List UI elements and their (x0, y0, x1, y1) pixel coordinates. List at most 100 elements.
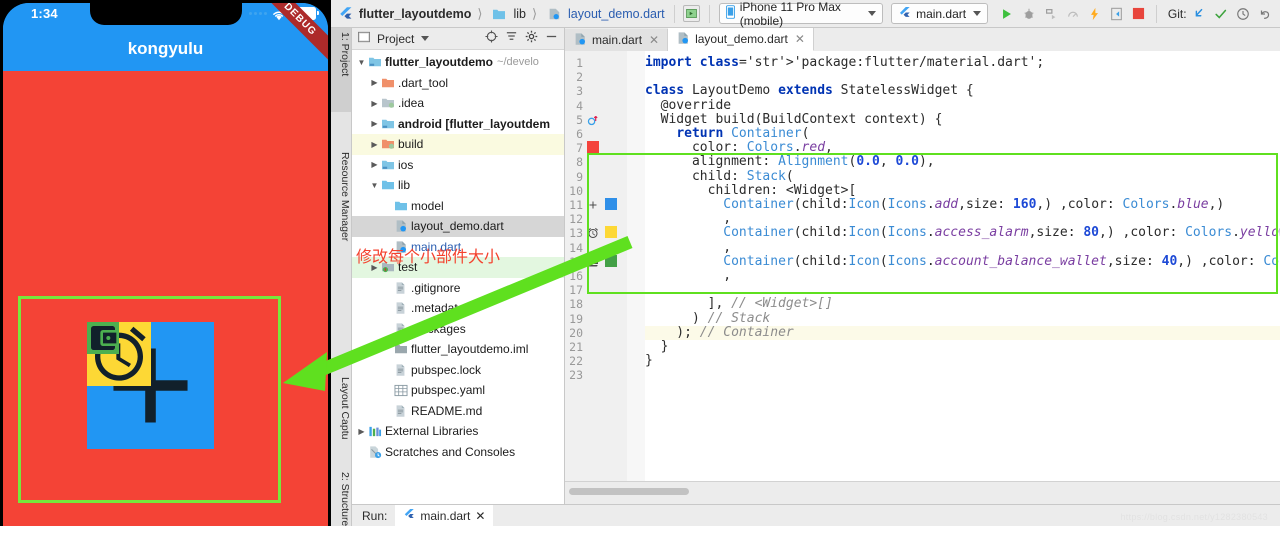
editor-area: main.dart ✕ layout_demo.dart ✕ 1 2 3 4 5 6 7 8 9 10 1… (565, 28, 1280, 504)
git-history-icon[interactable] (1234, 4, 1252, 24)
editor-horizontal-scrollbar-area (565, 481, 1280, 504)
chevron-right-icon[interactable]: ▶ (369, 99, 380, 108)
run-config-name: main.dart (916, 6, 967, 21)
close-icon[interactable]: ✕ (649, 33, 659, 47)
color-swatch-red[interactable] (587, 141, 599, 154)
app-root: kongyulu 1:34 DEBUG flutter_layoutdemo ⟩… (0, 0, 1280, 526)
code-line: @override (645, 97, 732, 113)
phone-notch (89, 3, 242, 25)
profile-icon[interactable] (1064, 4, 1082, 24)
run-icon[interactable] (998, 4, 1016, 24)
tree-row[interactable]: .packages (352, 319, 564, 340)
tree-row[interactable]: ▶ External Libraries (352, 421, 564, 442)
tree-row-label: layout_demo.dart (411, 219, 504, 234)
run-coverage-icon[interactable] (1042, 4, 1060, 24)
breadcrumb-project[interactable]: flutter_layoutdemo (359, 7, 472, 21)
settings-gear-icon[interactable] (525, 30, 538, 48)
tree-row-label: lib (398, 178, 411, 193)
tree-row[interactable]: ▼ lib (352, 175, 564, 196)
editor-tabs: main.dart ✕ layout_demo.dart ✕ (565, 28, 1280, 52)
undo-icon[interactable] (1256, 4, 1274, 24)
breadcrumb[interactable]: flutter_layoutdemo ⟩ lib ⟩ layout_demo.d… (359, 4, 665, 24)
minimize-icon[interactable] (545, 30, 558, 48)
git-label: Git: (1167, 6, 1187, 21)
tree-row[interactable]: ▶ .dart_tool (352, 73, 564, 94)
code-line: } (645, 353, 653, 369)
tree-row[interactable]: pubspec.yaml (352, 380, 564, 401)
locate-icon[interactable] (485, 29, 498, 48)
tree-row[interactable]: ▶ .idea (352, 93, 564, 114)
folder-orange-icon (380, 77, 395, 89)
code-line: class LayoutDemo extends StatelessWidget… (645, 83, 974, 99)
tree-row[interactable]: .gitignore (352, 278, 564, 299)
tree-row[interactable]: ▼ flutter_layoutdemo ~/develo (352, 52, 564, 73)
close-icon[interactable]: ✕ (475, 509, 485, 523)
libraries-icon (367, 425, 382, 438)
tree-row[interactable]: ▶ build (352, 134, 564, 155)
hot-reload-icon[interactable] (1085, 4, 1103, 24)
sidebar-tab-layout-capture[interactable]: Layout Captu (331, 373, 351, 463)
chevron-right-icon[interactable]: ▶ (369, 78, 380, 87)
chevron-right-icon[interactable]: ▶ (356, 427, 367, 436)
folder-orange-excluded-icon (380, 138, 395, 150)
phone-screen: kongyulu 1:34 DEBUG (3, 3, 328, 526)
editor-tab[interactable]: main.dart ✕ (565, 29, 669, 51)
tree-row-label: .metadata (411, 301, 465, 316)
chevron-down-icon-project[interactable] (421, 36, 430, 41)
horizontal-scrollbar[interactable] (569, 488, 689, 495)
breadcrumb-file[interactable]: layout_demo.dart (568, 7, 665, 21)
editor-tab[interactable]: layout_demo.dart ✕ (668, 28, 814, 51)
folder-excluded-icon (380, 97, 395, 109)
chevron-right-icon[interactable]: ▶ (369, 160, 380, 169)
code-editor[interactable]: 1 2 3 4 5 6 7 8 9 10 11 12 13 14 15 16 17 18 19 20 21 22 23 im… (565, 51, 1280, 482)
tree-row[interactable]: model (352, 196, 564, 217)
iml-file-icon (393, 343, 408, 355)
git-update-icon[interactable] (1191, 4, 1209, 24)
override-method-icon[interactable] (587, 113, 598, 131)
tree-row-label: .packages (411, 321, 466, 336)
preview-icon[interactable] (683, 5, 700, 22)
tree-row[interactable]: README.md (352, 401, 564, 422)
editor-tab-label: layout_demo.dart (695, 32, 788, 46)
tree-row-label: model (411, 198, 444, 213)
breadcrumb-folder[interactable]: lib (513, 7, 526, 21)
tree-row-label: android [flutter_layoutdem (398, 116, 551, 131)
run-tab[interactable]: main.dart ✕ (395, 505, 494, 526)
line-number: 8 (576, 155, 583, 170)
device-selector[interactable]: iPhone 11 Pro Max (mobile) (718, 0, 884, 28)
close-icon[interactable]: ✕ (795, 32, 805, 46)
collapse-all-icon[interactable] (505, 30, 518, 48)
line-number: 22 (569, 354, 583, 369)
watermark-text: https://blog.csdn.net/y1282380543 (1120, 512, 1268, 522)
run-tab-label: main.dart (420, 508, 471, 523)
stop-icon[interactable] (1129, 4, 1147, 24)
dart-file-icon (393, 219, 408, 233)
app-bar-title: kongyulu (127, 39, 204, 58)
tree-row[interactable]: .metadata (352, 298, 564, 319)
sidebar-tab-resource-manager[interactable]: Resource Manager (331, 148, 351, 258)
tree-row[interactable]: ▶ ios (352, 155, 564, 176)
tree-row[interactable]: layout_demo.dart (352, 216, 564, 237)
file-icon (393, 363, 408, 377)
sidebar-tab-project[interactable]: 1: Project (331, 28, 351, 112)
tree-row[interactable]: ▶ android [flutter_layoutdem (352, 114, 564, 135)
dart-file-icon (676, 31, 690, 48)
sidebar-tab-structure[interactable]: 2: Structure (331, 468, 351, 546)
hot-restart-icon[interactable] (1107, 4, 1125, 24)
chevron-down-icon[interactable]: ▼ (356, 58, 367, 67)
tree-row[interactable]: pubspec.lock (352, 360, 564, 381)
project-panel-header: Project (352, 28, 564, 50)
code-line: import class='str'>'package:flutter/mate… (645, 55, 1045, 70)
status-bar-time: 1:34 (31, 6, 58, 21)
tree-row[interactable]: flutter_layoutdemo.iml (352, 339, 564, 360)
debug-icon[interactable] (1020, 4, 1038, 24)
run-config-selector[interactable]: main.dart (891, 3, 989, 24)
chevron-right-icon[interactable]: ▶ (369, 119, 380, 128)
tree-row-label: Scratches and Consoles (385, 444, 516, 459)
chevron-right-icon[interactable]: ▶ (369, 140, 380, 149)
tree-row-label: .idea (398, 96, 425, 111)
chevron-down-icon[interactable]: ▼ (369, 181, 380, 190)
line-number: 11 (569, 198, 583, 212)
git-commit-icon[interactable] (1212, 4, 1230, 24)
tree-row[interactable]: Scratches and Consoles (352, 442, 564, 463)
